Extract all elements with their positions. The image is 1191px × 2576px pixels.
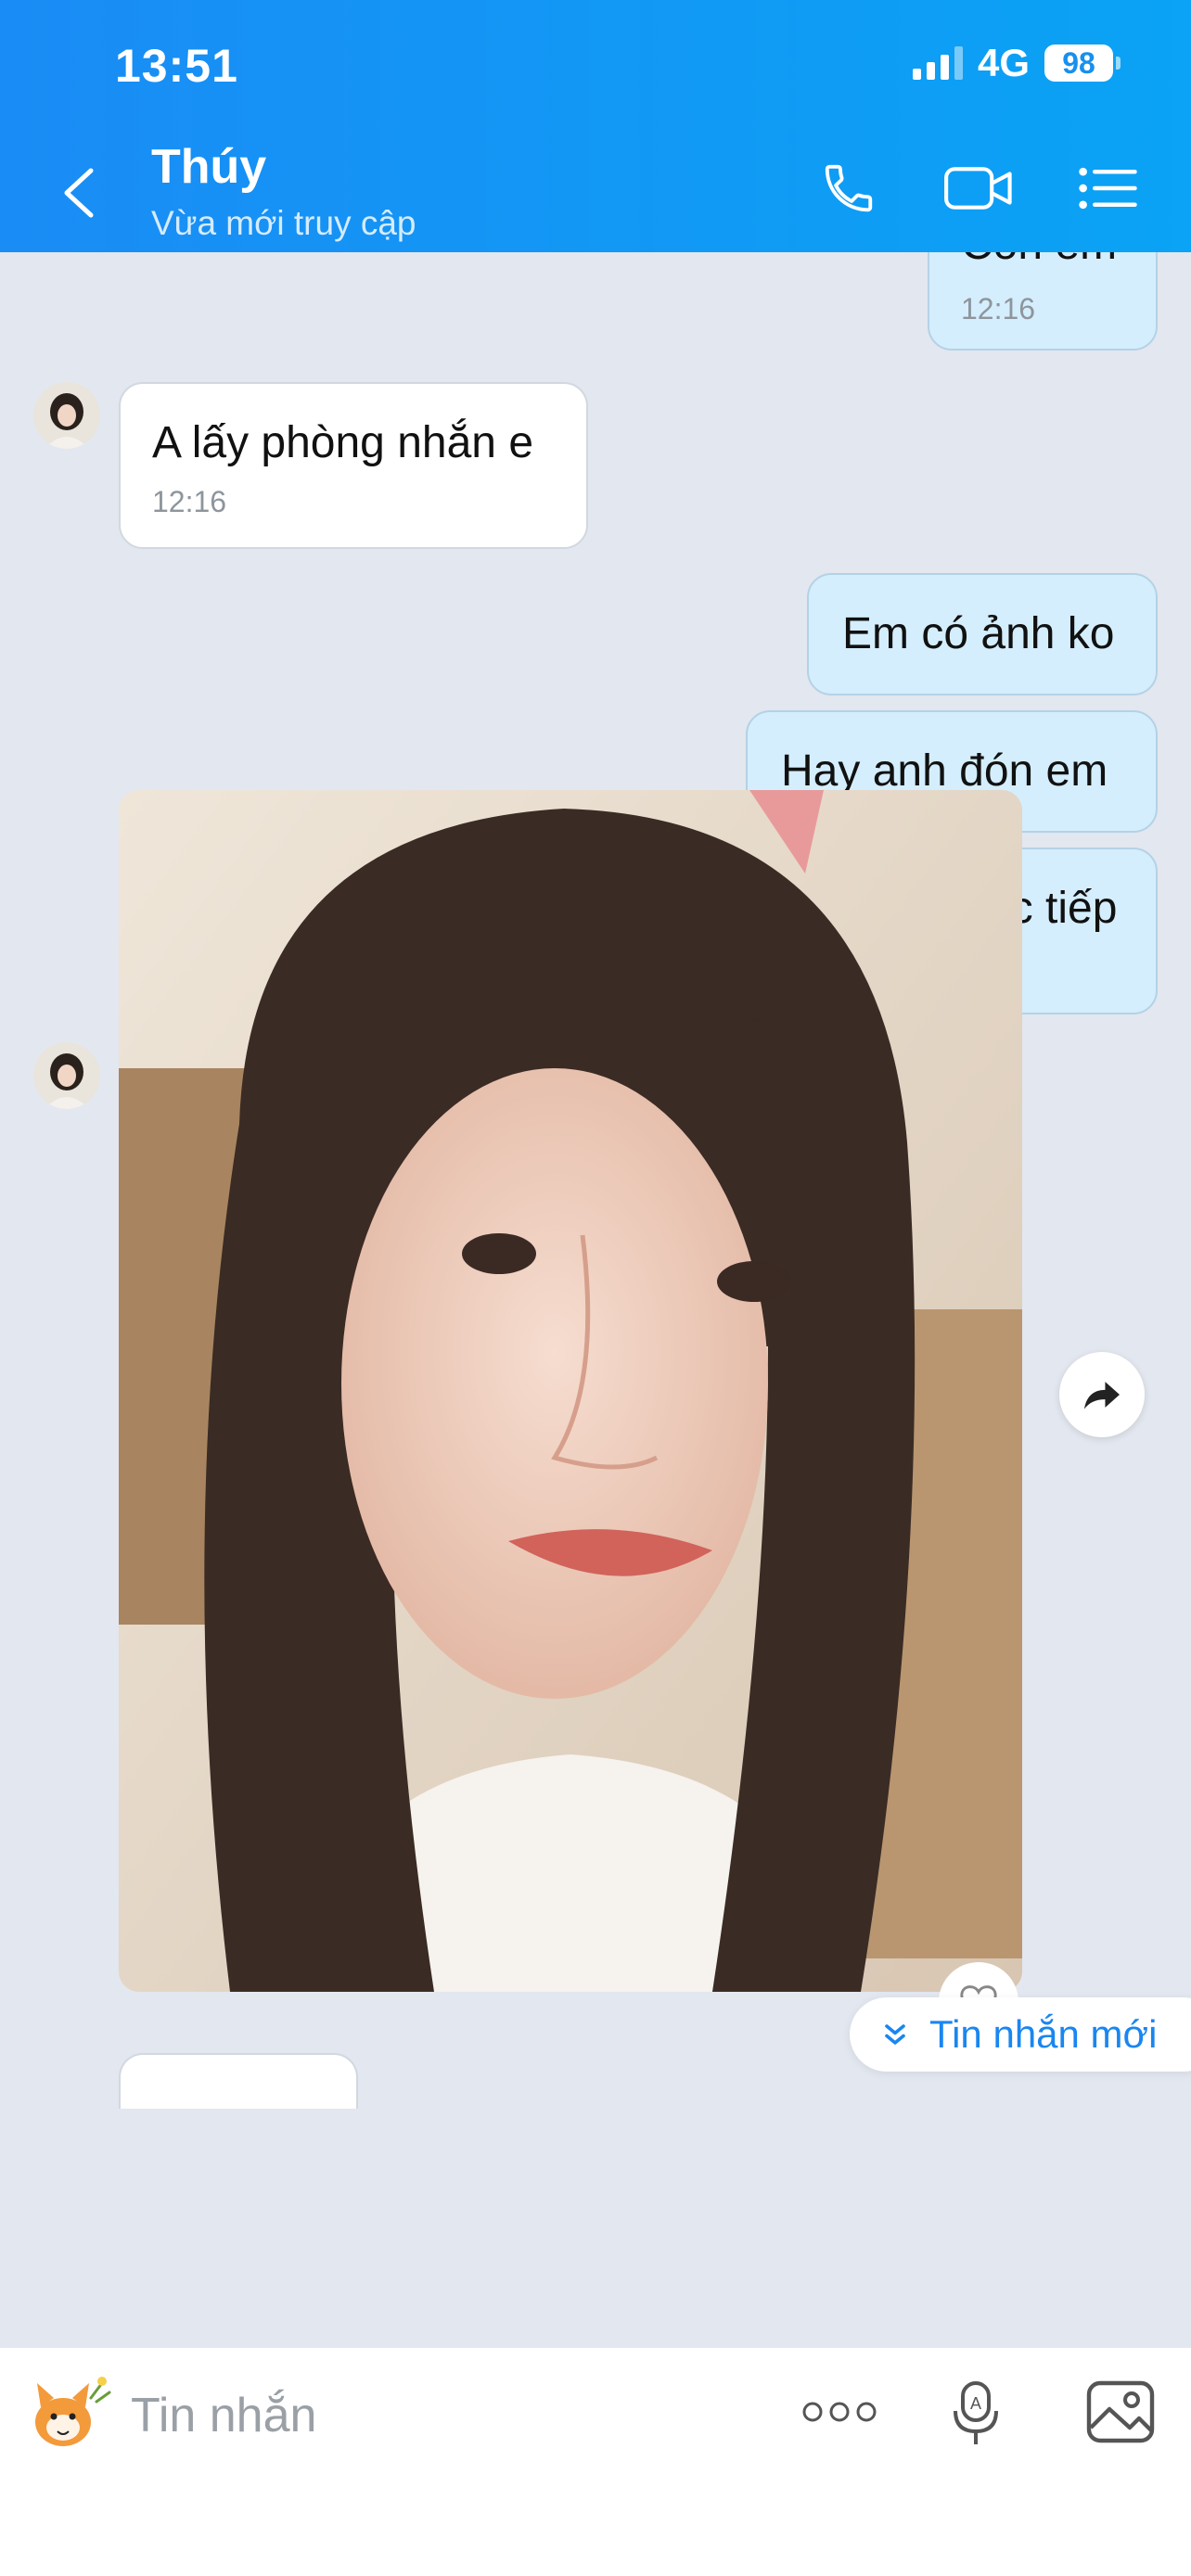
chevrons-down-icon [885,2024,905,2045]
battery-icon: 98 [1044,45,1121,82]
contact-name[interactable]: Thúy [151,139,266,195]
new-messages-button[interactable]: Tin nhắn mới [850,1997,1191,2072]
list-menu-icon[interactable] [1076,159,1137,217]
message-text: Em có ảnh ko [842,609,1115,658]
sticker-icon[interactable] [20,2370,111,2454]
message-text: Hay anh đón em [781,746,1108,796]
message-time: 12:16 [961,292,1036,325]
svg-text:A: A [970,2394,981,2413]
more-options-icon[interactable] [801,2398,877,2426]
avatar[interactable] [33,1042,100,1109]
new-messages-label: Tin nhắn mới [929,2012,1158,2056]
back-icon[interactable] [56,165,102,221]
voice-to-text-icon[interactable]: A [950,2379,1002,2448]
battery-level: 98 [1062,45,1095,80]
message-input[interactable]: Tin nhắn [131,2388,316,2443]
status-indicators: 4G 98 [912,41,1121,85]
contact-status: Vừa mới truy cập [151,204,416,242]
message-bubble-outgoing[interactable]: Còn em 12:16 [928,252,1158,351]
network-type: 4G [977,41,1030,84]
message-bubble-incoming[interactable] [119,2053,358,2109]
message-bubble-outgoing[interactable]: Em có ảnh ko [807,573,1158,695]
avatar[interactable] [33,382,100,449]
share-button[interactable] [1059,1352,1145,1437]
composer-bar [0,2348,1191,2576]
message-time: 12:16 [152,485,227,518]
message-bubble-incoming[interactable]: A lấy phòng nhắn e 12:16 [119,382,588,549]
image-gallery-icon[interactable] [1085,2379,1156,2444]
message-text: Còn em [961,252,1122,270]
video-call-icon[interactable] [942,159,1015,217]
phone-icon[interactable] [820,159,877,217]
signal-icon [912,46,963,80]
message-text: A lấy phòng nhắn e [152,418,534,467]
status-time: 13:51 [115,40,238,92]
photo-message[interactable] [119,790,1022,1992]
share-arrow-icon [1084,1382,1120,1409]
chat-header: 13:51 4G 98 Thúy Vừa mới truy cập [0,0,1191,252]
